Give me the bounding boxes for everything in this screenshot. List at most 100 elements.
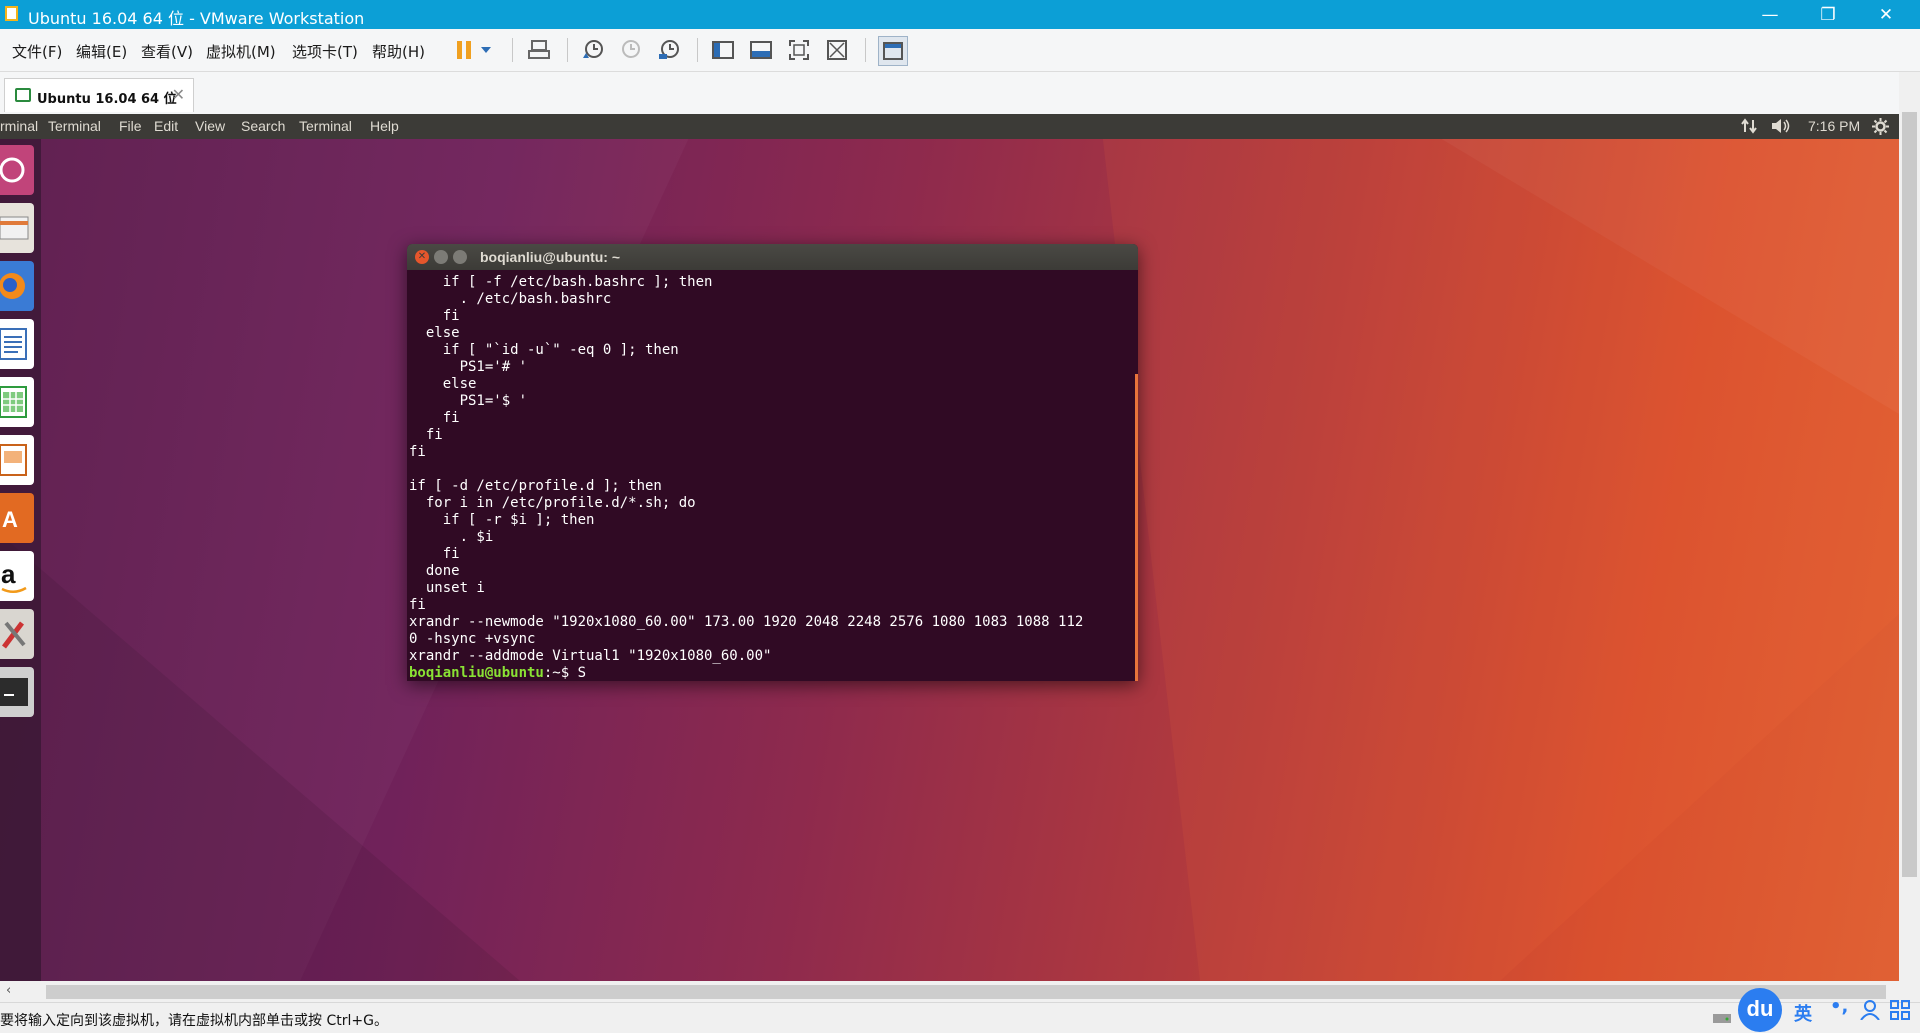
terminal-line: PS1='# ' [459, 359, 528, 375]
prompt-input[interactable]: S [578, 665, 586, 681]
terminal-line: xrandr --newmode "1920x1080_60.00" 173.0… [409, 614, 1084, 630]
terminal-window[interactable]: ✕ boqianliu@ubuntu: ~ if [ -f /etc/bash.… [407, 244, 1138, 681]
vertical-scroll-thumb[interactable] [1902, 112, 1917, 877]
active-app-name: rminal [0, 118, 39, 134]
ubuntu-top-panel: rminal Terminal File Edit View Search Te… [0, 114, 1899, 139]
tab-strip: Ubuntu 16.04 64 位 ✕ [0, 72, 1920, 114]
window-titlebar: Ubuntu 16.04 64 位 - VMware Workstation —… [0, 0, 1920, 29]
fullscreen-icon[interactable] [785, 36, 813, 64]
clock[interactable]: 7:16 PM [1808, 118, 1860, 134]
terminal-line: fi [442, 410, 460, 426]
terminal-icon[interactable] [0, 667, 34, 717]
libreoffice-impress-icon[interactable] [0, 435, 34, 485]
snapshot-revert-icon[interactable] [617, 36, 645, 64]
menu-toolbar: 文件(F) 编辑(E) 查看(V) 虚拟机(M) 选项卡(T) 帮助(H) [0, 29, 1920, 72]
ime-toolbar: du 英 •, [1738, 988, 1920, 1032]
terminal-line: else [425, 325, 460, 341]
ubuntu-menu-edit[interactable]: Edit [154, 118, 178, 134]
terminal-line: if [ -r $i ]; then [442, 512, 595, 528]
console-view-icon[interactable] [747, 36, 775, 64]
snapshot-take-icon[interactable] [579, 36, 607, 64]
tab-label: Ubuntu 16.04 64 位 [37, 92, 177, 107]
minimize-button[interactable]: — [1741, 0, 1799, 29]
terminal-line: if [ "`id -u`" -eq 0 ]; then [442, 342, 679, 358]
horizontal-scroll-thumb[interactable] [46, 985, 1886, 999]
tab-ubuntu-vm[interactable]: Ubuntu 16.04 64 位 ✕ [4, 78, 194, 112]
prompt-user: boqianliu@ubuntu [409, 665, 544, 681]
ubuntu-dash-icon[interactable] [0, 145, 34, 195]
unity-icon[interactable] [823, 36, 851, 64]
ubuntu-menu-terminal[interactable]: Terminal [48, 118, 101, 134]
send-ctrl-alt-del-icon[interactable] [525, 36, 553, 64]
user-icon[interactable] [1860, 1000, 1880, 1024]
ubuntu-menu-help[interactable]: Help [370, 118, 399, 134]
ubuntu-menu-terminal2[interactable]: Terminal [299, 118, 352, 134]
scroll-left-icon[interactable]: ‹ [6, 983, 11, 998]
vertical-scrollbar[interactable] [1899, 72, 1920, 981]
ubuntu-software-icon[interactable]: A [0, 493, 34, 543]
grid-icon[interactable] [1890, 1000, 1910, 1024]
hard-disk-icon[interactable] [1712, 1010, 1732, 1030]
firefox-icon[interactable] [0, 261, 34, 311]
terminal-line: for i in /etc/profile.d/*.sh; do [425, 495, 696, 511]
terminal-title: boqianliu@ubuntu: ~ [480, 249, 621, 265]
terminal-close-icon[interactable]: ✕ [415, 250, 429, 264]
snapshot-manager-icon[interactable] [655, 36, 683, 64]
status-message: 要将输入定向到该虚拟机，请在虚拟机内部单击或按 Ctrl+G。 [0, 1013, 388, 1029]
terminal-scrollbar[interactable] [1135, 374, 1138, 681]
ime-punctuation-toggle[interactable]: •, [1830, 996, 1848, 1017]
menu-vm[interactable]: 虚拟机(M) [206, 41, 276, 62]
terminal-line: PS1='$ ' [459, 393, 528, 409]
terminal-line: if [ -f /etc/bash.bashrc ]; then [442, 274, 713, 290]
ime-language-toggle[interactable]: 英 [1794, 1000, 1812, 1026]
terminal-titlebar[interactable]: ✕ boqianliu@ubuntu: ~ [407, 244, 1138, 270]
menu-view[interactable]: 查看(V) [141, 41, 193, 62]
svg-text:a: a [1, 559, 16, 589]
menu-file[interactable]: 文件(F) [12, 41, 62, 62]
terminal-line: xrandr --addmode Virtual1 "1920x1080_60.… [409, 648, 772, 664]
terminal-line: fi [442, 546, 460, 562]
horizontal-scrollbar[interactable]: ‹ [0, 981, 1920, 1002]
libreoffice-writer-icon[interactable] [0, 319, 34, 369]
thumbnail-bar-icon[interactable] [878, 36, 908, 66]
terminal-line: fi [442, 308, 460, 324]
menu-tabs[interactable]: 选项卡(T) [292, 41, 358, 62]
restore-button[interactable]: ❐ [1799, 0, 1857, 29]
window-title: Ubuntu 16.04 64 位 - VMware Workstation [28, 9, 365, 28]
terminal-line: . /etc/bash.bashrc [459, 291, 612, 307]
network-arrows-icon[interactable] [1741, 118, 1757, 137]
tab-close-icon[interactable]: ✕ [172, 85, 185, 104]
status-bar: 要将输入定向到该虚拟机，请在虚拟机内部单击或按 Ctrl+G。 [0, 1002, 1920, 1033]
svg-text:A: A [2, 507, 18, 532]
terminal-output[interactable]: if [ -f /etc/bash.bashrc ]; then . /etc/… [409, 274, 1124, 681]
menu-edit[interactable]: 编辑(E) [76, 41, 127, 62]
amazon-icon[interactable]: a [0, 551, 34, 601]
terminal-line: else [442, 376, 477, 392]
menu-help[interactable]: 帮助(H) [372, 41, 425, 62]
vmware-app-icon [5, 6, 18, 21]
ubuntu-menu-view[interactable]: View [195, 118, 225, 134]
terminal-line: fi [409, 597, 426, 613]
close-button[interactable]: ✕ [1857, 0, 1915, 29]
vm-display[interactable]: rminal Terminal File Edit View Search Te… [0, 114, 1899, 981]
dropdown-icon[interactable] [478, 36, 494, 64]
ubuntu-menu-file[interactable]: File [119, 118, 142, 134]
system-settings-icon[interactable] [0, 609, 34, 659]
library-view-icon[interactable] [709, 36, 737, 64]
ubuntu-menu-search[interactable]: Search [241, 118, 285, 134]
files-icon[interactable] [0, 203, 34, 253]
pause-icon[interactable] [450, 36, 478, 64]
terminal-line: fi [425, 427, 443, 443]
terminal-line: . $i [459, 529, 494, 545]
settings-gear-icon[interactable] [1872, 118, 1889, 138]
terminal-minimize-icon[interactable] [434, 250, 448, 264]
ubuntu-launcher: A a [0, 139, 41, 981]
terminal-line: done [425, 563, 460, 579]
terminal-maximize-icon[interactable] [453, 250, 467, 264]
terminal-line: fi [409, 444, 426, 460]
volume-icon[interactable] [1771, 118, 1791, 137]
libreoffice-calc-icon[interactable] [0, 377, 34, 427]
terminal-line: unset i [425, 580, 485, 596]
baidu-ime-logo[interactable]: du [1738, 988, 1782, 1032]
prompt-path: :~$ [543, 665, 578, 681]
